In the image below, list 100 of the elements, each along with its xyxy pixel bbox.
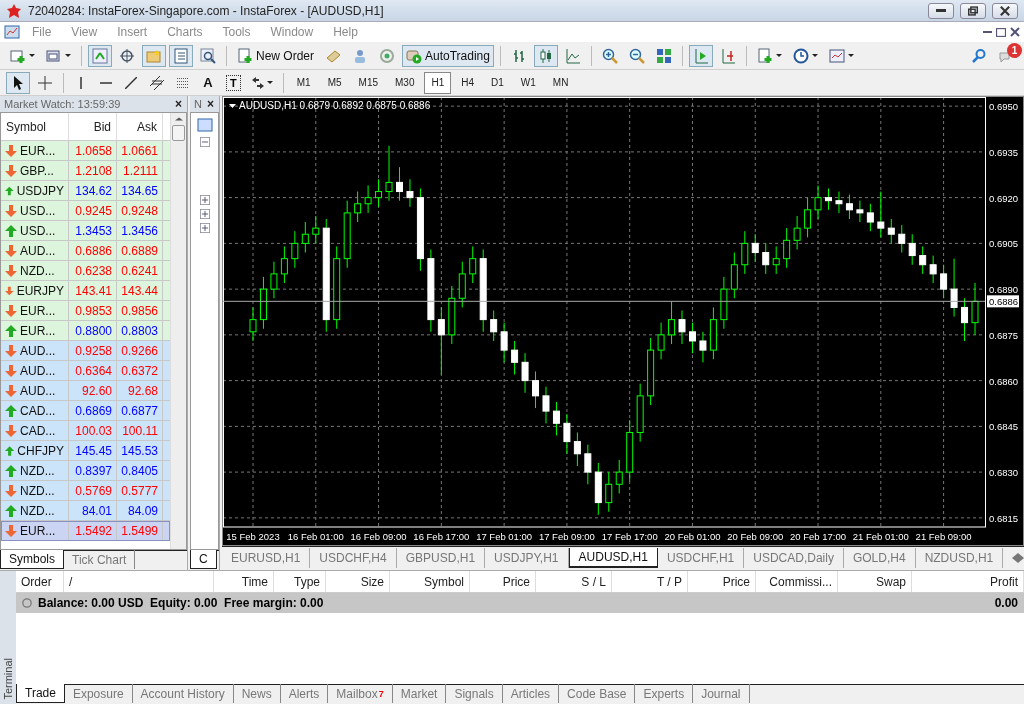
vertical-line-icon: [80, 76, 82, 89]
panel-tab[interactable]: Symbols: [0, 550, 64, 569]
menu-item[interactable]: View: [63, 25, 106, 39]
column-header[interactable]: Type: [274, 571, 326, 592]
quote-row[interactable]: EURJPY 143.41 143.44: [1, 281, 170, 301]
scrollbar[interactable]: [170, 113, 186, 549]
menu-item[interactable]: Insert: [109, 25, 156, 39]
new-order-button[interactable]: New Order: [233, 44, 318, 67]
quote-row[interactable]: NZD... 0.5769 0.5777: [1, 481, 170, 501]
text-tool-button[interactable]: A: [197, 71, 219, 94]
chart-tab[interactable]: GBPUSD,H1: [396, 547, 486, 568]
cursor-button[interactable]: [6, 71, 30, 94]
menu-item[interactable]: Help: [325, 25, 366, 39]
terminal-tab[interactable]: Experts: [635, 684, 694, 703]
timeframe-button[interactable]: M15: [351, 71, 385, 94]
terminal-tab[interactable]: News: [233, 684, 281, 703]
close-button[interactable]: [992, 2, 1018, 19]
restore-button[interactable]: [960, 2, 986, 19]
menu-item[interactable]: Window: [262, 25, 322, 39]
quote-row[interactable]: AUD... 92.60 92.68: [1, 381, 170, 401]
column-header[interactable]: Symbol: [1, 113, 69, 140]
timeframe-button[interactable]: D1: [484, 71, 511, 94]
close-button[interactable]: ×: [174, 98, 183, 110]
timeframe-button[interactable]: M1: [289, 71, 318, 94]
quote-row[interactable]: AUD... 0.9258 0.9266: [1, 341, 170, 361]
column-header[interactable]: S / L: [536, 571, 612, 592]
column-header[interactable]: Size: [326, 571, 390, 592]
chart-tab[interactable]: USDCHF,H4: [310, 547, 397, 568]
column-header[interactable]: T / P: [612, 571, 688, 592]
quote-row[interactable]: EUR... 1.0658 1.0661: [1, 141, 170, 161]
column-header[interactable]: Order: [16, 571, 64, 592]
quote-row[interactable]: USD... 0.9245 0.9248: [1, 201, 170, 221]
terminal-tab[interactable]: Signals: [446, 684, 503, 703]
quote-row[interactable]: GBP... 1.2108 1.2111: [1, 161, 170, 181]
candle: [929, 255, 937, 284]
timeframe-button[interactable]: W1: [513, 71, 543, 94]
column-header[interactable]: Swap: [838, 571, 912, 592]
chart-tab[interactable]: USDJPY,H1: [485, 547, 569, 568]
menu-item[interactable]: File: [24, 25, 60, 39]
terminal-tab[interactable]: Account History: [132, 684, 234, 703]
quote-row[interactable]: CHFJPY 145.45 145.53: [1, 441, 170, 461]
quote-row[interactable]: USDJPY 134.62 134.65: [1, 181, 170, 201]
quote-row[interactable]: NZD... 84.01 84.09: [1, 501, 170, 521]
column-header[interactable]: /: [64, 571, 214, 592]
auto-scroll-button[interactable]: [688, 44, 713, 67]
close-icon: [1000, 5, 1010, 16]
chart-tab[interactable]: USDCHF,H1: [657, 547, 745, 568]
menu-item[interactable]: Tools: [214, 25, 259, 39]
bid-cell: 0.6238: [69, 261, 117, 280]
quote-row[interactable]: NZD... 0.8397 0.8405: [1, 461, 170, 481]
terminal-tab[interactable]: Trade: [16, 684, 65, 703]
market-watch-button[interactable]: [88, 44, 112, 67]
quote-row[interactable]: AUD... 0.6364 0.6372: [1, 361, 170, 381]
terminal-tab[interactable]: Code Base: [559, 684, 636, 703]
terminal-tab[interactable]: Market: [392, 684, 447, 703]
chart-tab[interactable]: USDCAD,Daily: [744, 547, 844, 568]
autotrading-button[interactable]: AutoTrading: [402, 44, 494, 67]
terminal-tab[interactable]: Exposure: [64, 684, 133, 703]
tiles-icon: [655, 47, 672, 64]
candle: [490, 310, 498, 342]
column-header[interactable]: Price: [470, 571, 536, 592]
terminal-tab[interactable]: Articles: [502, 684, 560, 703]
timeframe-button[interactable]: H1: [424, 71, 452, 94]
column-header[interactable]: Time: [214, 571, 274, 592]
symbol-cell: NZD...: [1, 501, 69, 520]
column-header[interactable]: Commissi...: [756, 571, 838, 592]
quote-row[interactable]: CAD... 0.6869 0.6877: [1, 401, 170, 421]
column-header[interactable]: Ask: [117, 113, 163, 140]
candle: [500, 322, 508, 363]
terminal-tab[interactable]: Journal: [693, 684, 750, 703]
timeframe-button[interactable]: H4: [454, 71, 482, 94]
text-label-button[interactable]: T: [226, 74, 241, 91]
candle: [825, 188, 832, 211]
close-button[interactable]: ×: [206, 98, 215, 110]
quote-row[interactable]: AUD... 0.6886 0.6889: [1, 241, 170, 261]
minimize-button[interactable]: [928, 2, 954, 19]
chart-tab[interactable]: NZDUSD,H1: [915, 547, 1004, 568]
panel-tab[interactable]: C: [190, 550, 217, 569]
quote-row[interactable]: EUR... 0.8800 0.8803: [1, 321, 170, 341]
symbol-cell: EUR...: [1, 521, 69, 540]
quote-row[interactable]: NZD... 0.6238 0.6241: [1, 261, 170, 281]
quote-row[interactable]: EUR... 1.5492 1.5499: [1, 521, 170, 541]
quote-row[interactable]: EUR... 0.9853 0.9856: [1, 301, 170, 321]
chart-tab[interactable]: GOLD,H4: [843, 547, 916, 568]
chart-tab[interactable]: EURUSD,H1: [222, 547, 311, 568]
candlestick-button[interactable]: [533, 44, 558, 67]
timeframe-button[interactable]: MN: [545, 71, 576, 94]
timeframe-button[interactable]: M5: [320, 71, 349, 94]
column-header[interactable]: Symbol: [390, 571, 470, 592]
scroll-thumb[interactable]: [172, 125, 185, 141]
timeframe-button[interactable]: M30: [388, 71, 422, 94]
column-header[interactable]: Bid: [69, 113, 117, 140]
panel-tab[interactable]: Tick Chart: [64, 550, 136, 569]
quote-row[interactable]: USD... 1.3453 1.3456: [1, 221, 170, 241]
column-header[interactable]: Price: [688, 571, 756, 592]
column-header[interactable]: Profit: [912, 571, 1024, 592]
chart-tab[interactable]: AUDUSD,H1: [568, 547, 658, 568]
menu-item[interactable]: Charts: [159, 25, 211, 39]
quote-row[interactable]: CAD... 100.03 100.11: [1, 421, 170, 441]
terminal-tab[interactable]: Alerts: [280, 684, 329, 703]
